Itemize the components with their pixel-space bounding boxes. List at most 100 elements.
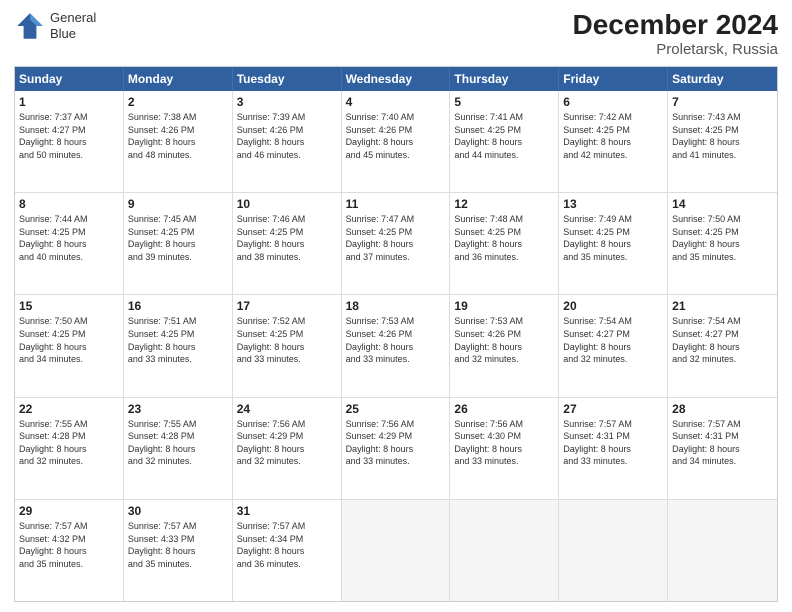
day-number: 21 [672,298,773,314]
calendar-cell: 9Sunrise: 7:45 AM Sunset: 4:25 PM Daylig… [124,193,233,294]
cell-info: Sunrise: 7:37 AM Sunset: 4:27 PM Dayligh… [19,111,119,161]
calendar-cell-empty [450,500,559,601]
calendar-cell: 7Sunrise: 7:43 AM Sunset: 4:25 PM Daylig… [668,91,777,192]
title-block: December 2024 Proletarsk, Russia [573,10,778,58]
calendar-cell-empty [668,500,777,601]
day-number: 4 [346,94,446,110]
cell-info: Sunrise: 7:39 AM Sunset: 4:26 PM Dayligh… [237,111,337,161]
day-number: 7 [672,94,773,110]
cell-info: Sunrise: 7:49 AM Sunset: 4:25 PM Dayligh… [563,213,663,263]
cell-info: Sunrise: 7:55 AM Sunset: 4:28 PM Dayligh… [128,418,228,468]
day-number: 24 [237,401,337,417]
calendar-cell: 30Sunrise: 7:57 AM Sunset: 4:33 PM Dayli… [124,500,233,601]
cell-info: Sunrise: 7:52 AM Sunset: 4:25 PM Dayligh… [237,315,337,365]
day-number: 26 [454,401,554,417]
cell-info: Sunrise: 7:40 AM Sunset: 4:26 PM Dayligh… [346,111,446,161]
cell-info: Sunrise: 7:50 AM Sunset: 4:25 PM Dayligh… [672,213,773,263]
day-number: 13 [563,196,663,212]
calendar-row: 22Sunrise: 7:55 AM Sunset: 4:28 PM Dayli… [15,398,777,500]
cell-info: Sunrise: 7:44 AM Sunset: 4:25 PM Dayligh… [19,213,119,263]
day-number: 17 [237,298,337,314]
calendar-cell: 12Sunrise: 7:48 AM Sunset: 4:25 PM Dayli… [450,193,559,294]
day-number: 16 [128,298,228,314]
calendar-cell: 1Sunrise: 7:37 AM Sunset: 4:27 PM Daylig… [15,91,124,192]
calendar-cell: 5Sunrise: 7:41 AM Sunset: 4:25 PM Daylig… [450,91,559,192]
calendar-cell: 17Sunrise: 7:52 AM Sunset: 4:25 PM Dayli… [233,295,342,396]
calendar-cell: 23Sunrise: 7:55 AM Sunset: 4:28 PM Dayli… [124,398,233,499]
cell-info: Sunrise: 7:47 AM Sunset: 4:25 PM Dayligh… [346,213,446,263]
calendar-row: 1Sunrise: 7:37 AM Sunset: 4:27 PM Daylig… [15,91,777,193]
calendar: SundayMondayTuesdayWednesdayThursdayFrid… [14,66,778,602]
cell-info: Sunrise: 7:46 AM Sunset: 4:25 PM Dayligh… [237,213,337,263]
calendar-cell: 10Sunrise: 7:46 AM Sunset: 4:25 PM Dayli… [233,193,342,294]
day-number: 8 [19,196,119,212]
calendar-cell: 25Sunrise: 7:56 AM Sunset: 4:29 PM Dayli… [342,398,451,499]
day-number: 15 [19,298,119,314]
day-number: 19 [454,298,554,314]
calendar-header-cell: Friday [559,67,668,91]
day-number: 11 [346,196,446,212]
calendar-cell: 15Sunrise: 7:50 AM Sunset: 4:25 PM Dayli… [15,295,124,396]
calendar-header-cell: Monday [124,67,233,91]
day-number: 6 [563,94,663,110]
day-number: 20 [563,298,663,314]
calendar-row: 29Sunrise: 7:57 AM Sunset: 4:32 PM Dayli… [15,500,777,601]
day-number: 10 [237,196,337,212]
calendar-cell: 11Sunrise: 7:47 AM Sunset: 4:25 PM Dayli… [342,193,451,294]
calendar-cell: 22Sunrise: 7:55 AM Sunset: 4:28 PM Dayli… [15,398,124,499]
day-number: 29 [19,503,119,519]
day-number: 27 [563,401,663,417]
logo-line2: Blue [50,26,96,42]
cell-info: Sunrise: 7:56 AM Sunset: 4:30 PM Dayligh… [454,418,554,468]
day-number: 1 [19,94,119,110]
cell-info: Sunrise: 7:57 AM Sunset: 4:32 PM Dayligh… [19,520,119,570]
calendar-cell: 8Sunrise: 7:44 AM Sunset: 4:25 PM Daylig… [15,193,124,294]
page-subtitle: Proletarsk, Russia [573,41,778,58]
calendar-cell: 24Sunrise: 7:56 AM Sunset: 4:29 PM Dayli… [233,398,342,499]
header: General Blue December 2024 Proletarsk, R… [14,10,778,58]
cell-info: Sunrise: 7:54 AM Sunset: 4:27 PM Dayligh… [672,315,773,365]
day-number: 12 [454,196,554,212]
day-number: 18 [346,298,446,314]
day-number: 14 [672,196,773,212]
cell-info: Sunrise: 7:57 AM Sunset: 4:31 PM Dayligh… [672,418,773,468]
calendar-cell: 13Sunrise: 7:49 AM Sunset: 4:25 PM Dayli… [559,193,668,294]
calendar-header-cell: Wednesday [342,67,451,91]
day-number: 9 [128,196,228,212]
logo-icon [14,10,46,42]
calendar-cell: 4Sunrise: 7:40 AM Sunset: 4:26 PM Daylig… [342,91,451,192]
calendar-row: 8Sunrise: 7:44 AM Sunset: 4:25 PM Daylig… [15,193,777,295]
day-number: 5 [454,94,554,110]
day-number: 31 [237,503,337,519]
calendar-cell: 19Sunrise: 7:53 AM Sunset: 4:26 PM Dayli… [450,295,559,396]
cell-info: Sunrise: 7:57 AM Sunset: 4:33 PM Dayligh… [128,520,228,570]
cell-info: Sunrise: 7:53 AM Sunset: 4:26 PM Dayligh… [454,315,554,365]
day-number: 23 [128,401,228,417]
calendar-cell: 16Sunrise: 7:51 AM Sunset: 4:25 PM Dayli… [124,295,233,396]
page: General Blue December 2024 Proletarsk, R… [0,0,792,612]
calendar-body: 1Sunrise: 7:37 AM Sunset: 4:27 PM Daylig… [15,91,777,601]
logo-line1: General [50,10,96,26]
cell-info: Sunrise: 7:48 AM Sunset: 4:25 PM Dayligh… [454,213,554,263]
calendar-row: 15Sunrise: 7:50 AM Sunset: 4:25 PM Dayli… [15,295,777,397]
cell-info: Sunrise: 7:56 AM Sunset: 4:29 PM Dayligh… [346,418,446,468]
cell-info: Sunrise: 7:51 AM Sunset: 4:25 PM Dayligh… [128,315,228,365]
calendar-header-cell: Thursday [450,67,559,91]
day-number: 22 [19,401,119,417]
day-number: 3 [237,94,337,110]
calendar-cell: 3Sunrise: 7:39 AM Sunset: 4:26 PM Daylig… [233,91,342,192]
day-number: 2 [128,94,228,110]
cell-info: Sunrise: 7:55 AM Sunset: 4:28 PM Dayligh… [19,418,119,468]
cell-info: Sunrise: 7:57 AM Sunset: 4:34 PM Dayligh… [237,520,337,570]
calendar-cell: 6Sunrise: 7:42 AM Sunset: 4:25 PM Daylig… [559,91,668,192]
calendar-cell: 29Sunrise: 7:57 AM Sunset: 4:32 PM Dayli… [15,500,124,601]
calendar-cell: 27Sunrise: 7:57 AM Sunset: 4:31 PM Dayli… [559,398,668,499]
page-title: December 2024 [573,10,778,41]
calendar-cell: 21Sunrise: 7:54 AM Sunset: 4:27 PM Dayli… [668,295,777,396]
calendar-cell: 26Sunrise: 7:56 AM Sunset: 4:30 PM Dayli… [450,398,559,499]
cell-info: Sunrise: 7:38 AM Sunset: 4:26 PM Dayligh… [128,111,228,161]
cell-info: Sunrise: 7:43 AM Sunset: 4:25 PM Dayligh… [672,111,773,161]
day-number: 30 [128,503,228,519]
cell-info: Sunrise: 7:45 AM Sunset: 4:25 PM Dayligh… [128,213,228,263]
calendar-header: SundayMondayTuesdayWednesdayThursdayFrid… [15,67,777,91]
